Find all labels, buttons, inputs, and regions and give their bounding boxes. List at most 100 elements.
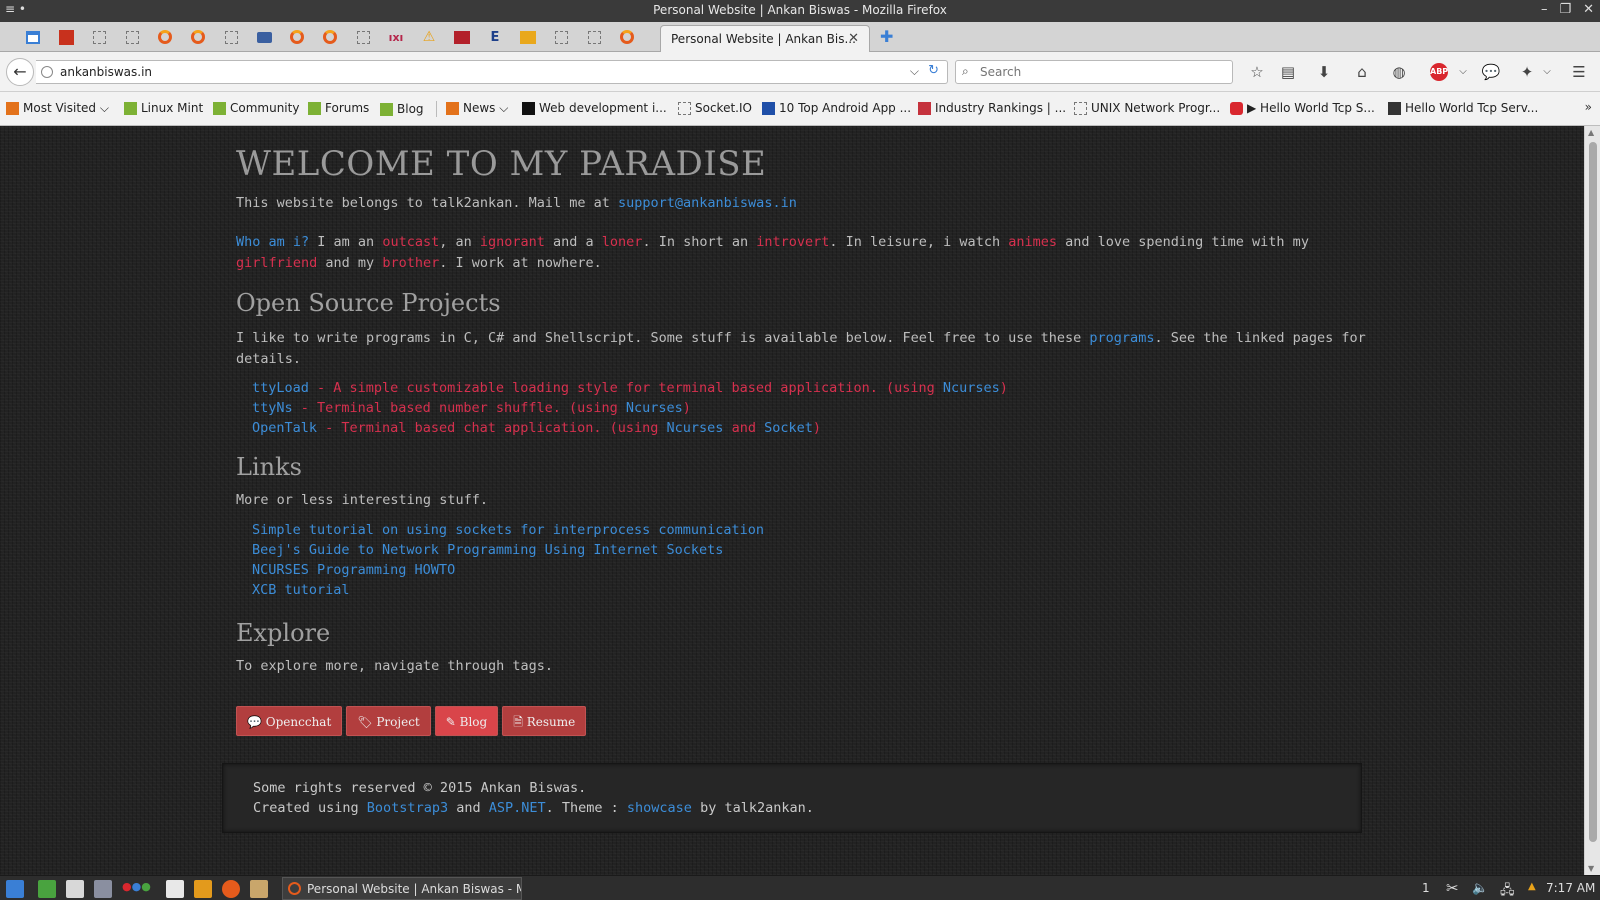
section-title-links: Links xyxy=(236,453,302,481)
bookmark-web-development[interactable]: Web development i... xyxy=(522,101,667,115)
pinned-tab-cmr[interactable] xyxy=(55,27,77,47)
link-beej-guide[interactable]: Beej's Guide to Network Programming Usin… xyxy=(252,542,723,558)
pinned-tab-pma[interactable] xyxy=(517,27,539,47)
tray-expand-icon[interactable]: ▲ xyxy=(1528,881,1536,892)
pinned-tab-firefox-5[interactable] xyxy=(616,27,638,47)
pinned-tab-blank-6[interactable] xyxy=(583,27,605,47)
adblock-plus-icon[interactable]: ABP xyxy=(1430,63,1448,81)
bookmark-news[interactable]: News ⌵ xyxy=(446,101,508,116)
clock[interactable]: 7:17 AM xyxy=(1546,881,1595,895)
pinned-tab-blank-3[interactable] xyxy=(220,27,242,47)
search-input[interactable] xyxy=(980,64,1220,80)
project-link-ttyns[interactable]: ttyNs xyxy=(252,400,293,416)
bookmark-hello-world-youtube[interactable]: ▶ Hello World Tcp S... xyxy=(1230,101,1375,115)
bootstrap-link[interactable]: Bootstrap3 xyxy=(367,800,448,816)
downloads-icon[interactable]: ⬇ xyxy=(1313,61,1335,83)
bookmark-forums[interactable]: Forums xyxy=(308,101,369,115)
scrollbar-thumb[interactable] xyxy=(1589,142,1597,842)
project-link-ttyload[interactable]: ttyLoad xyxy=(252,380,309,396)
bookmark-socketio[interactable]: Socket.IO xyxy=(678,101,752,115)
bookmark-community[interactable]: Community xyxy=(213,101,299,115)
project-link-opentalk[interactable]: OpenTalk xyxy=(252,420,317,436)
pinned-tab-blank-2[interactable] xyxy=(121,27,143,47)
reading-list-icon[interactable]: ▤ xyxy=(1277,61,1299,83)
resume-button[interactable]: 🗎 Resume xyxy=(502,706,587,736)
new-tab-button[interactable]: ✚ xyxy=(880,27,893,46)
workspace-dots-icon[interactable]: ●●● xyxy=(122,880,151,898)
extension-menu-chevron-icon[interactable]: ⌵ xyxy=(1536,61,1558,83)
library-link[interactable]: Ncurses xyxy=(626,400,683,416)
programs-link[interactable]: programs xyxy=(1089,330,1154,346)
url-history-chevron-icon[interactable]: ⌵ xyxy=(910,64,919,79)
chat-icon[interactable]: 💬 xyxy=(1480,61,1502,83)
spreadsheet-icon[interactable] xyxy=(38,880,56,898)
pinned-tab-ixi[interactable]: ıxı xyxy=(385,27,407,47)
link-xcb-tutorial[interactable]: XCB tutorial xyxy=(252,582,350,598)
pinned-tab-e[interactable]: E xyxy=(484,27,506,47)
minimize-button[interactable]: – xyxy=(1541,2,1548,17)
library-link[interactable]: Ncurses xyxy=(667,420,724,436)
page-scrollbar[interactable]: ▲ ▼ xyxy=(1584,126,1600,875)
library-link[interactable]: Ncurses xyxy=(943,380,1000,396)
pinned-tab-mit[interactable] xyxy=(451,27,473,47)
files-icon[interactable] xyxy=(66,880,84,898)
start-menu-icon[interactable] xyxy=(6,880,24,898)
bookmark-blog[interactable]: Blog xyxy=(380,101,437,117)
pinned-tab-printer[interactable] xyxy=(253,27,275,47)
pinned-tab-firefox-2[interactable] xyxy=(187,27,209,47)
pinned-tab-firefox-4[interactable] xyxy=(319,27,341,47)
back-button[interactable]: ← xyxy=(6,58,34,86)
aspnet-link[interactable]: ASP.NET xyxy=(489,800,546,816)
bookmark-hello-world-server[interactable]: Hello World Tcp Serv... xyxy=(1388,101,1538,115)
opencchat-button[interactable]: 💬 Opencchat xyxy=(236,706,343,736)
scroll-down-icon[interactable]: ▼ xyxy=(1588,864,1594,873)
terminal-icon[interactable] xyxy=(94,880,112,898)
volume-icon[interactable]: 🔈 xyxy=(1472,881,1488,896)
bookmark-industry-rankings[interactable]: Industry Rankings | ... xyxy=(918,101,1066,115)
pinned-tab-blank-4[interactable] xyxy=(352,27,374,47)
bookmark-star-icon[interactable]: ☆ xyxy=(1246,61,1268,83)
adblock-menu-chevron-icon[interactable]: ⌵ xyxy=(1452,61,1474,83)
extension-globe-icon[interactable]: ◍ xyxy=(1388,61,1410,83)
sublime-icon[interactable] xyxy=(194,880,212,898)
pinned-tab-firefox-3[interactable] xyxy=(286,27,308,47)
close-window-button[interactable]: ✕ xyxy=(1583,2,1594,17)
tab-personal-website[interactable]: Personal Website | Ankan Bis... ✕ xyxy=(660,25,870,53)
email-link[interactable]: support@ankanbiswas.in xyxy=(618,195,797,211)
scroll-up-icon[interactable]: ▲ xyxy=(1588,128,1594,137)
folder-icon[interactable] xyxy=(250,880,268,898)
hamburger-menu-icon[interactable]: ☰ xyxy=(1568,61,1590,83)
search-bar[interactable]: ⌕ xyxy=(955,60,1233,84)
network-icon[interactable]: 🖧 xyxy=(1500,881,1515,900)
url-text[interactable]: ankanbiswas.in xyxy=(60,65,152,79)
network-tools-icon[interactable]: ✂ xyxy=(1446,879,1459,897)
home-icon[interactable]: ⌂ xyxy=(1351,61,1373,83)
bookmark-linux-mint[interactable]: Linux Mint xyxy=(124,101,203,115)
workspace-number[interactable]: 1 xyxy=(1422,881,1430,895)
bookmark-most-visited[interactable]: Most Visited ⌵ xyxy=(6,101,109,116)
who-am-i-link[interactable]: Who am i? xyxy=(236,234,309,250)
bookmarks-overflow-chevron-icon[interactable]: » xyxy=(1585,100,1592,114)
bookmark-unix-network[interactable]: UNIX Network Progr... xyxy=(1074,101,1220,115)
pinned-tab-firefox-1[interactable] xyxy=(154,27,176,47)
reload-icon[interactable]: ↻ xyxy=(928,63,939,78)
url-bar[interactable]: ankanbiswas.in ⌵ ↻ xyxy=(36,60,948,84)
pinned-tab-warning[interactable]: ⚠ xyxy=(418,27,440,47)
dictionary-icon[interactable] xyxy=(166,880,184,898)
taskbar-task-firefox[interactable]: Personal Website | Ankan Biswas - Mo xyxy=(282,877,522,900)
bookmark-android-apps[interactable]: 10 Top Android App ... xyxy=(762,101,911,115)
page-viewport[interactable]: WELCOME TO MY PARADISE This website belo… xyxy=(0,126,1584,875)
pinned-tab-blank-1[interactable] xyxy=(88,27,110,47)
firefox-launcher-icon[interactable] xyxy=(222,880,240,898)
project-button[interactable]: 🏷 Project xyxy=(346,706,431,736)
pinned-tab-calendar[interactable] xyxy=(22,27,44,47)
pinned-tab-blank-5[interactable] xyxy=(550,27,572,47)
library-link[interactable]: Socket xyxy=(764,420,813,436)
link-sockets-tutorial[interactable]: Simple tutorial on using sockets for int… xyxy=(252,522,764,538)
maximize-button[interactable]: ❐ xyxy=(1559,2,1571,17)
showcase-link[interactable]: showcase xyxy=(627,800,692,816)
link-ncurses-howto[interactable]: NCURSES Programming HOWTO xyxy=(252,562,455,578)
extension-icon[interactable]: ✦ xyxy=(1516,61,1538,83)
blog-button[interactable]: ✎ Blog xyxy=(434,706,499,736)
close-tab-icon[interactable]: ✕ xyxy=(848,31,859,46)
